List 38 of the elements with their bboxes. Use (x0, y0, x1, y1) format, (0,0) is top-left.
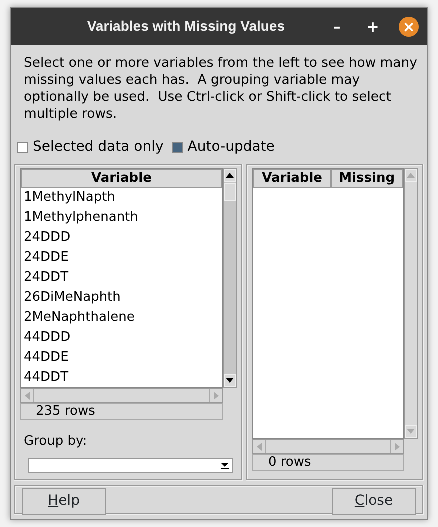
checkbox-label: Selected data only (33, 138, 164, 157)
scroll-down-icon[interactable] (224, 374, 236, 387)
scroll-left-icon[interactable] (24, 392, 30, 400)
column-header[interactable]: Missing (331, 169, 403, 188)
dropdown-arrow-icon (221, 463, 230, 469)
help-button[interactable]: Help (22, 488, 106, 515)
vertical-scrollbar[interactable] (223, 168, 238, 388)
list-row[interactable]: 44DDD (21, 328, 222, 348)
maximize-button[interactable]: + (363, 16, 383, 36)
scroll-right-icon[interactable] (394, 442, 400, 450)
list-row[interactable]: 24DDT (21, 268, 222, 288)
list-row[interactable]: 24DDD (21, 228, 222, 248)
list-row[interactable]: 44DDE (21, 348, 222, 368)
checkbox-label: Auto-update (188, 138, 275, 157)
window-title: Variables with Missing Values (87, 17, 285, 36)
group-by-dropdown[interactable] (28, 458, 234, 473)
row-count: 0 rows (252, 454, 404, 471)
row-count: 235 rows (20, 403, 224, 420)
scroll-left-icon[interactable] (256, 442, 262, 450)
horizontal-scrollbar[interactable] (252, 439, 404, 454)
list-row[interactable]: 1MethylNapth (21, 188, 222, 208)
column-header[interactable]: Variable (253, 169, 332, 188)
group-by-label: Group by: (24, 433, 88, 451)
list-row[interactable]: 44DDT (21, 368, 222, 387)
scroll-up-icon[interactable] (224, 169, 236, 182)
list-row[interactable]: 1Methylphenanth (21, 208, 222, 228)
scroll-right-icon[interactable] (214, 392, 219, 400)
instructions-text: Select one or more variables from the left to see how many missing values each has. A grouping variable may optionally be used. Use Ctrl-click or Shift-click to select multiple rows. (23, 55, 418, 123)
list-row[interactable]: 26DiMeNaphth (21, 288, 222, 308)
list-row[interactable]: 24DDE (21, 248, 222, 268)
minimize-button[interactable]: – (327, 16, 347, 36)
horizontal-scrollbar[interactable] (20, 388, 224, 403)
checkbox[interactable] (17, 142, 28, 153)
close-button[interactable]: Close (332, 488, 416, 515)
column-header[interactable]: Variable (21, 169, 222, 188)
checkbox[interactable] (172, 142, 183, 153)
list-row[interactable]: 2MeNaphthalene (21, 308, 222, 328)
scrollbar-thumb[interactable] (224, 183, 236, 201)
